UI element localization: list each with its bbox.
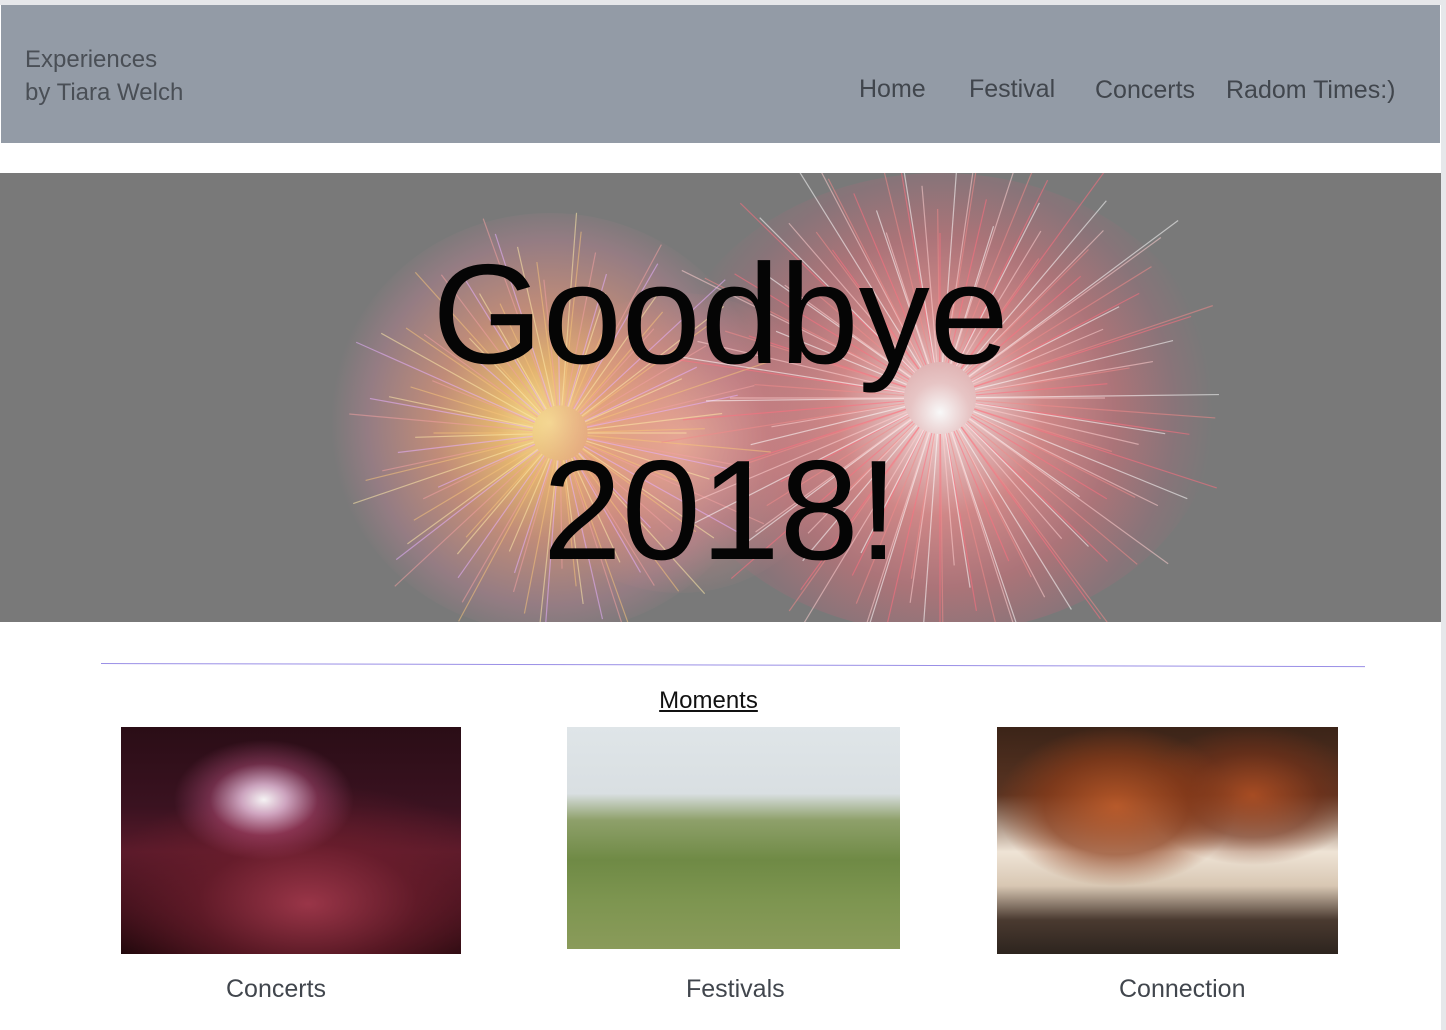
section-divider bbox=[100, 663, 1365, 668]
moments-heading: Moments bbox=[0, 687, 1441, 715]
site-header: Experiences by Tiara Welch Home Festival… bbox=[1, 5, 1440, 143]
connection-caption: Connection bbox=[1119, 975, 1246, 1003]
hero-title-line-2: 2018! bbox=[542, 431, 899, 590]
festivals-photo[interactable] bbox=[567, 727, 900, 949]
brand-line-1: Experiences bbox=[25, 46, 158, 73]
nav-link-concerts[interactable]: Concerts bbox=[1095, 76, 1195, 105]
nav-link-festival[interactable]: Festival bbox=[969, 75, 1055, 104]
hero-title: Goodbye 2018! bbox=[0, 217, 1441, 609]
festivals-caption: Festivals bbox=[686, 975, 785, 1003]
nav-link-random-times[interactable]: Radom Times:) bbox=[1226, 76, 1395, 105]
page: Experiences by Tiara Welch Home Festival… bbox=[0, 0, 1446, 1030]
moments-heading-text: Moments bbox=[659, 687, 758, 714]
brand-line-2: by Tiara Welch bbox=[25, 79, 184, 106]
hero-banner: Goodbye 2018! bbox=[0, 173, 1441, 622]
hero-title-line-1: Goodbye bbox=[432, 235, 1009, 394]
concerts-caption: Concerts bbox=[226, 975, 327, 1003]
concerts-photo[interactable] bbox=[121, 727, 461, 954]
site-brand[interactable]: Experiences by Tiara Welch bbox=[25, 43, 183, 109]
connection-photo[interactable] bbox=[997, 727, 1338, 954]
nav-link-home[interactable]: Home bbox=[859, 75, 926, 104]
